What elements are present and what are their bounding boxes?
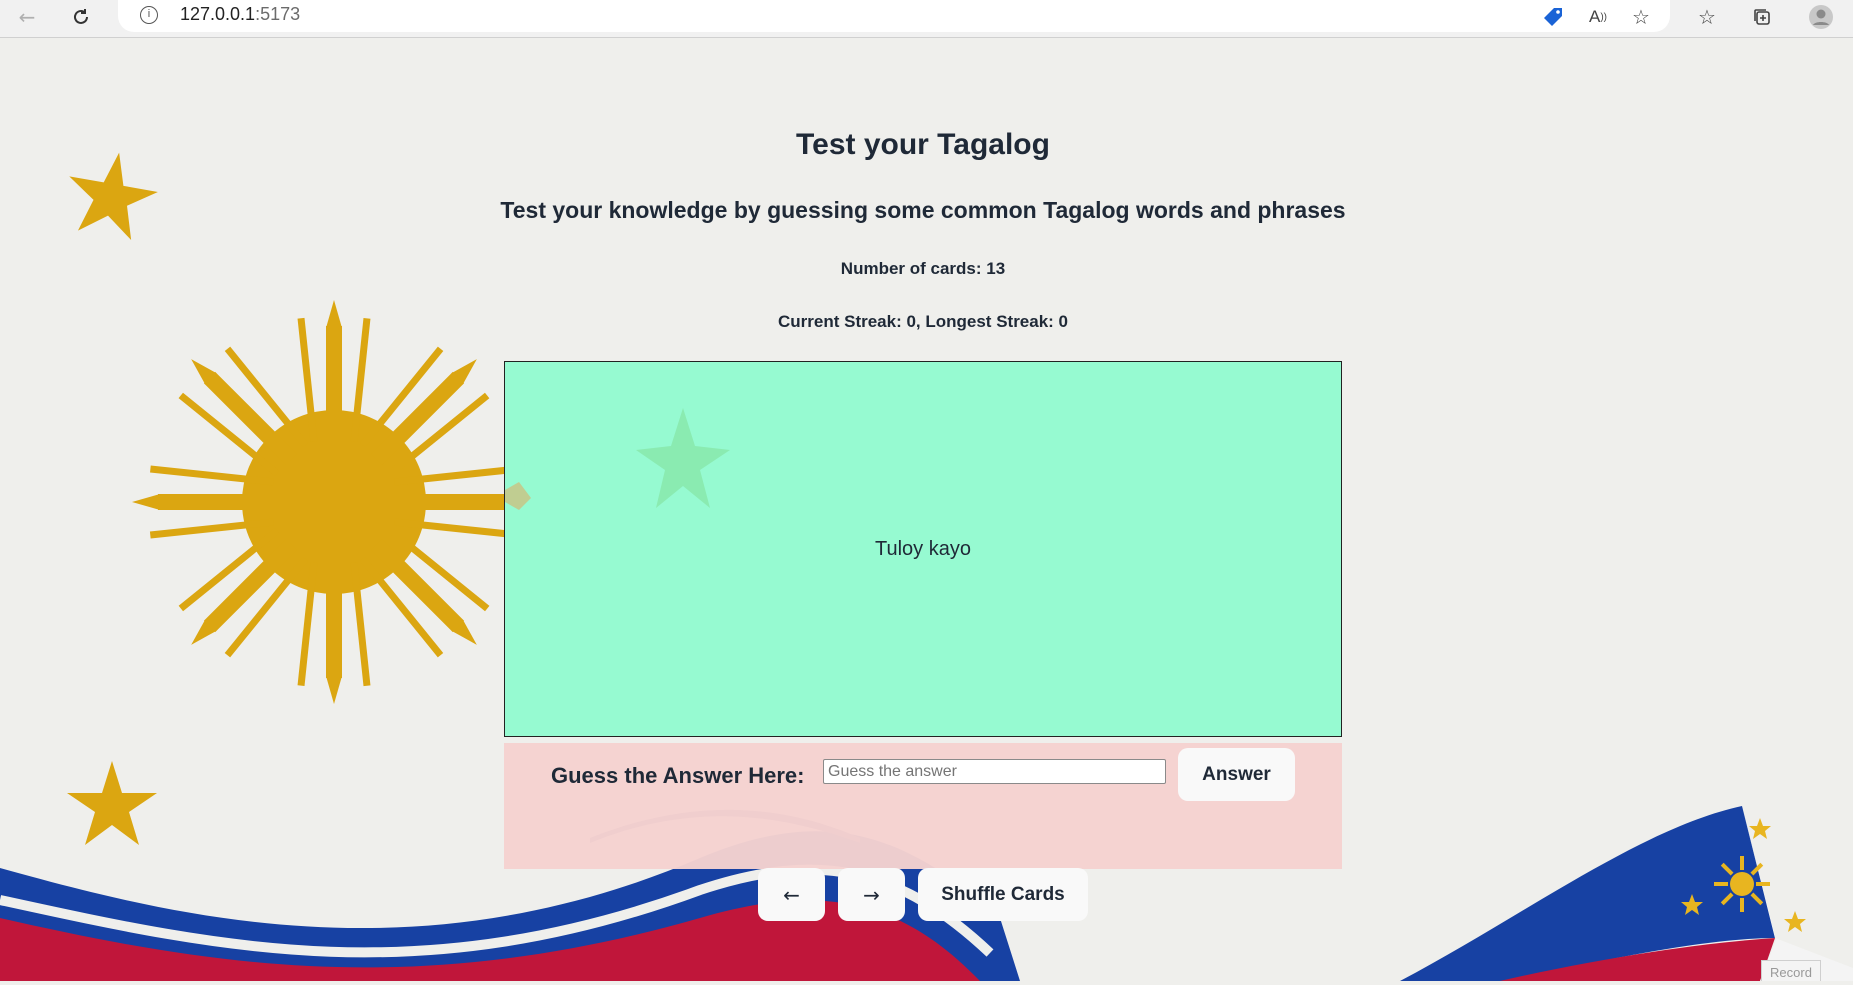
small-sun-icon: [1714, 856, 1770, 912]
record-tag[interactable]: Record: [1761, 960, 1821, 981]
sun-icon: [132, 300, 536, 704]
favorites-icon[interactable]: ☆: [1692, 2, 1722, 32]
url-text[interactable]: 127.0.0.1:5173: [180, 4, 300, 25]
collections-icon[interactable]: [1747, 2, 1777, 32]
site-info-icon[interactable]: i: [140, 6, 158, 24]
streak-info: Current Streak: 0, Longest Streak: 0: [777, 312, 1069, 331]
next-card-button[interactable]: →: [838, 868, 905, 921]
back-arrow-icon[interactable]: ←: [12, 2, 42, 32]
guess-label: Guess the Answer Here:: [551, 763, 805, 788]
address-bar[interactable]: i 127.0.0.1:5173 A)) ☆: [118, 0, 1670, 32]
faded-ray-icon: [505, 482, 531, 510]
answer-button[interactable]: Answer: [1178, 748, 1295, 801]
card-count: Number of cards: 13: [840, 259, 1006, 278]
price-tag-icon[interactable]: [1538, 2, 1568, 32]
flashcard[interactable]: Tuloy kayo: [504, 361, 1342, 737]
faded-star-icon: [636, 408, 730, 508]
guess-panel: Guess the Answer Here: Answer: [504, 743, 1342, 869]
previous-card-button[interactable]: ←: [758, 868, 825, 921]
read-aloud-icon[interactable]: A)): [1583, 2, 1613, 32]
browser-toolbar: ← i 127.0.0.1:5173 A)) ☆ ☆: [0, 0, 1853, 38]
page-title: Test your Tagalog: [796, 128, 1050, 161]
guess-input[interactable]: [823, 759, 1166, 784]
shuffle-cards-button[interactable]: Shuffle Cards: [918, 868, 1088, 921]
page-subtitle: Test your knowledge by guessing some com…: [500, 197, 1346, 223]
small-star-icon: [1749, 818, 1771, 839]
profile-avatar-icon[interactable]: [1806, 2, 1836, 32]
flashcard-text: Tuloy kayo: [875, 537, 971, 560]
add-favorite-icon[interactable]: ☆: [1626, 2, 1656, 32]
reload-icon[interactable]: [66, 2, 96, 32]
star-icon: [67, 761, 157, 845]
small-star-icon: [1784, 911, 1806, 932]
